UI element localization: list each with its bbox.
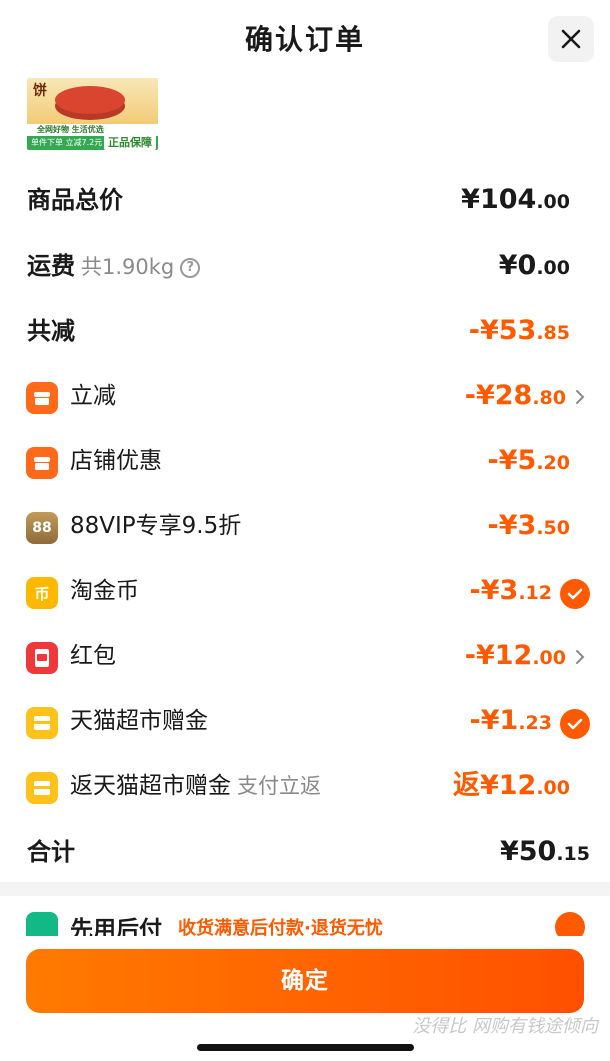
discount-amount: -¥28.80 — [464, 380, 566, 411]
pay-later-desc: 收货满意后付款·退货无忧 — [178, 918, 383, 936]
total-reduce-row: 共减 -¥53.85 — [0, 306, 610, 356]
chevron-right-icon — [576, 650, 585, 664]
discount-label: 店铺优惠 — [70, 448, 162, 474]
discount-label: 88VIP专享9.5折 — [70, 513, 242, 539]
price-total-amount: ¥104.00 — [461, 184, 570, 215]
grand-total-row: 合计 ¥50.15 — [0, 827, 610, 877]
rebate-amount: 返¥12.00 — [452, 770, 570, 801]
header: 确认订单 — [0, 0, 610, 78]
price-total-row: 商品总价 ¥104.00 — [0, 175, 610, 225]
rebate-note: 支付立返 — [237, 774, 321, 798]
close-icon — [561, 29, 581, 49]
confirm-button[interactable]: 确定 — [26, 949, 584, 1013]
gift-box-icon — [26, 707, 58, 739]
shipping-weight: 共1.90kg — [81, 255, 175, 279]
pay-later-row[interactable]: 先用后付 收货满意后付款·退货无忧 — [0, 896, 610, 936]
shipping-amount: ¥0.00 — [498, 250, 570, 281]
discount-amount: -¥3.12 — [469, 575, 552, 606]
price-total-label: 商品总价 — [27, 186, 123, 214]
discount-amount: -¥12.00 — [464, 640, 566, 671]
page-title: 确认订单 — [244, 23, 365, 56]
product-image — [55, 86, 125, 114]
total-reduce-amount: -¥53.85 — [468, 315, 570, 346]
rebate-label: 返天猫超市赠金 支付立返 — [70, 773, 321, 799]
grand-total-label: 合计 — [27, 838, 75, 866]
shop-icon — [26, 382, 58, 414]
discount-label: 淘金币 — [70, 578, 139, 604]
discount-label: 立减 — [70, 383, 116, 409]
red-packet-icon — [26, 642, 58, 674]
check-icon[interactable] — [560, 579, 590, 609]
coin-icon: 币 — [26, 577, 58, 609]
rebate-row: 返天猫超市赠金 支付立返 返¥12.00 — [0, 761, 610, 811]
discount-row-red-packet[interactable]: 红包 -¥12.00 — [0, 631, 610, 681]
shipping-label: 运费 共1.90kg? — [27, 251, 201, 282]
gift-box-icon — [26, 772, 58, 804]
discount-row-instant[interactable]: 立减 -¥28.80 — [0, 371, 610, 421]
section-divider — [0, 882, 610, 896]
store-icon — [26, 447, 58, 479]
check-icon[interactable] — [555, 912, 585, 936]
watermark: 没得比 网购有钱途倾向 — [412, 1016, 598, 1037]
discount-amount: -¥3.50 — [487, 510, 570, 541]
discount-row-store[interactable]: 店铺优惠 -¥5.20 — [0, 436, 610, 486]
product-thumbnail[interactable]: 饼 全网好物 生活优选 单件下单 立减7.2元 正品保障 — [27, 78, 158, 150]
product-char: 饼 — [33, 83, 47, 99]
discount-amount: -¥5.20 — [487, 445, 570, 476]
discount-amount: -¥1.23 — [469, 705, 552, 736]
close-button[interactable] — [548, 16, 594, 62]
check-icon[interactable] — [560, 709, 590, 739]
total-reduce-label: 共减 — [27, 317, 75, 345]
authentic-badge: 正品保障 — [104, 135, 156, 150]
vip-88-icon: 88 — [26, 512, 58, 544]
discount-label: 天猫超市赠金 — [70, 708, 208, 734]
home-indicator — [197, 1044, 414, 1051]
chevron-right-icon — [576, 390, 585, 404]
discount-row-vip[interactable]: 88 88VIP专享9.5折 -¥3.50 — [0, 501, 610, 551]
discount-row-tmall-gift[interactable]: 天猫超市赠金 -¥1.23 — [0, 696, 610, 746]
discount-row-coins[interactable]: 币 淘金币 -¥3.12 — [0, 566, 610, 616]
help-icon[interactable]: ? — [180, 258, 201, 278]
shipping-row: 运费 共1.90kg? ¥0.00 — [0, 241, 610, 291]
discount-label: 红包 — [70, 643, 116, 669]
grand-total-amount: ¥50.15 — [499, 836, 590, 867]
pay-later-title: 先用后付 — [70, 917, 162, 936]
pay-later-icon — [26, 912, 58, 936]
